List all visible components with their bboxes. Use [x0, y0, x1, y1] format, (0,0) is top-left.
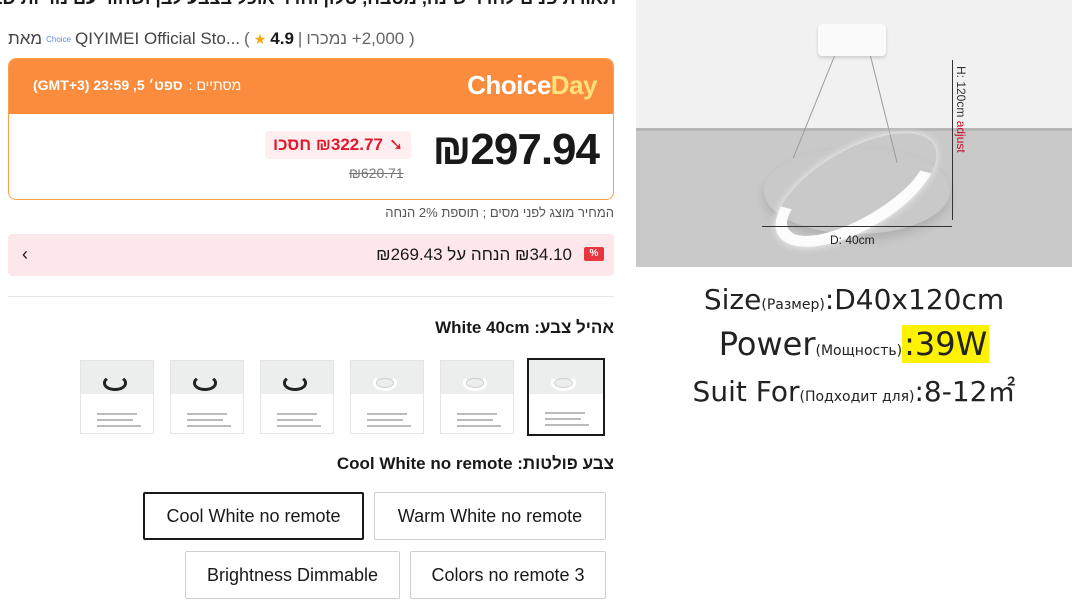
- color-thumb-black-60x120-78w[interactable]: [80, 360, 154, 434]
- power-value: :39W: [902, 325, 990, 363]
- divider: [8, 296, 614, 297]
- rating-value: 4.9: [270, 29, 294, 48]
- option-warm-white-no-remote[interactable]: Warm White no remote: [374, 492, 606, 540]
- coupon-text: ₪34.10 הנחה על ₪269.43: [376, 245, 572, 264]
- store-row: מאת Choice QIYIMEI Official Sto... ( ★ 4…: [8, 27, 415, 51]
- ends-countdown: מסתיים : ספט׳ 5, 23:59 (GMT+3): [33, 77, 241, 93]
- choice-day-logo: ChoiceDay: [467, 70, 597, 101]
- suit-label: Suit For: [692, 375, 800, 408]
- color-thumb-black-60x120-52w[interactable]: [170, 360, 244, 434]
- color-thumb-white-40x120-39w-selected[interactable]: [527, 358, 605, 436]
- ends-label: מסתיים :: [188, 77, 242, 93]
- remote-label: צבע פולטות: Cool White no remote: [336, 454, 614, 473]
- star-icon: ★: [253, 30, 267, 47]
- power-sub: (Мощность): [815, 343, 903, 359]
- height-label: H: 120cm: [954, 66, 968, 118]
- spec-power: Power(Мощность):39W: [636, 325, 1072, 363]
- product-image[interactable]: H: 120cm adjust D: 40cm: [636, 0, 1072, 267]
- current-price: ₪297.94: [432, 125, 600, 174]
- ends-value: ספט׳ 5, 23:59 (GMT+3): [33, 77, 183, 93]
- size-sub: (Размер): [761, 297, 825, 313]
- logo-day: Day: [550, 70, 598, 100]
- down-arrow-icon: ➘: [388, 135, 404, 154]
- diameter-dimension-line: [762, 226, 952, 227]
- ceiling: [636, 0, 1072, 130]
- suit-sub: (Подходит для): [799, 389, 915, 405]
- adjust-label: adjust: [954, 120, 968, 153]
- store-link[interactable]: QIYIMEI Official Sto...: [75, 29, 240, 49]
- size-label: Size: [703, 283, 762, 316]
- savings-badge: ➘ ₪322.77 חסכו: [265, 131, 412, 159]
- option-cool-white-no-remote[interactable]: Cool White no remote: [143, 492, 364, 540]
- coupon-tag-icon: %: [584, 247, 604, 261]
- sold-count: ( 2,000+ נמכרו: [306, 29, 415, 48]
- coupon-banner[interactable]: % ₪34.10 הנחה על ₪269.43 ‹: [8, 234, 614, 276]
- sep: (: [244, 29, 250, 48]
- choice-store-badge: Choice: [46, 34, 72, 44]
- sep-pipe: |: [297, 29, 303, 48]
- original-price: ₪620.71: [349, 165, 404, 181]
- option-colors-no-remote-3[interactable]: Colors no remote 3: [410, 551, 606, 599]
- size-value: :D40x120cm: [824, 283, 1005, 316]
- spec-suit: Suit For(Подходит для):8-12㎡: [636, 370, 1072, 410]
- choice-day-banner: ChoiceDay מסתיים : ספט׳ 5, 23:59 (GMT+3): [9, 59, 613, 114]
- color-label: אהיל צבע: White 40cm: [435, 318, 614, 337]
- option-brightness-dimmable[interactable]: Brightness Dimmable: [185, 551, 400, 599]
- price-panel: ChoiceDay מסתיים : ספט׳ 5, 23:59 (GMT+3)…: [8, 58, 614, 200]
- savings-text: ₪322.77 חסכו: [273, 135, 383, 154]
- height-dimension: H: 120cm adjust: [954, 66, 968, 153]
- ceiling-edge: [636, 128, 1072, 131]
- color-thumb-white-60x120-52w[interactable]: [440, 360, 514, 434]
- suit-value: :8-12㎡: [914, 375, 1016, 408]
- logo-choice: Choice: [467, 70, 551, 100]
- spec-size: Size(Размер):D40x120cm: [636, 283, 1072, 316]
- color-thumb-white-60x120-78w[interactable]: [350, 360, 424, 434]
- power-label: Power: [718, 325, 816, 363]
- height-dimension-line: [952, 60, 953, 220]
- product-title: תאורת פנים לחדר שינה, מטבח, סלון וחדר או…: [0, 0, 616, 10]
- chevron-left-icon[interactable]: ‹: [22, 244, 28, 265]
- store-prefix: מאת: [8, 29, 43, 48]
- diameter-label: D: 40cm: [830, 233, 875, 247]
- lamp-canopy: [818, 24, 886, 56]
- color-thumb-black-40x120-39w[interactable]: [260, 360, 334, 434]
- tax-note: המחיר מוצג לפני מסים ; תוספת 2% הנחה: [385, 205, 614, 220]
